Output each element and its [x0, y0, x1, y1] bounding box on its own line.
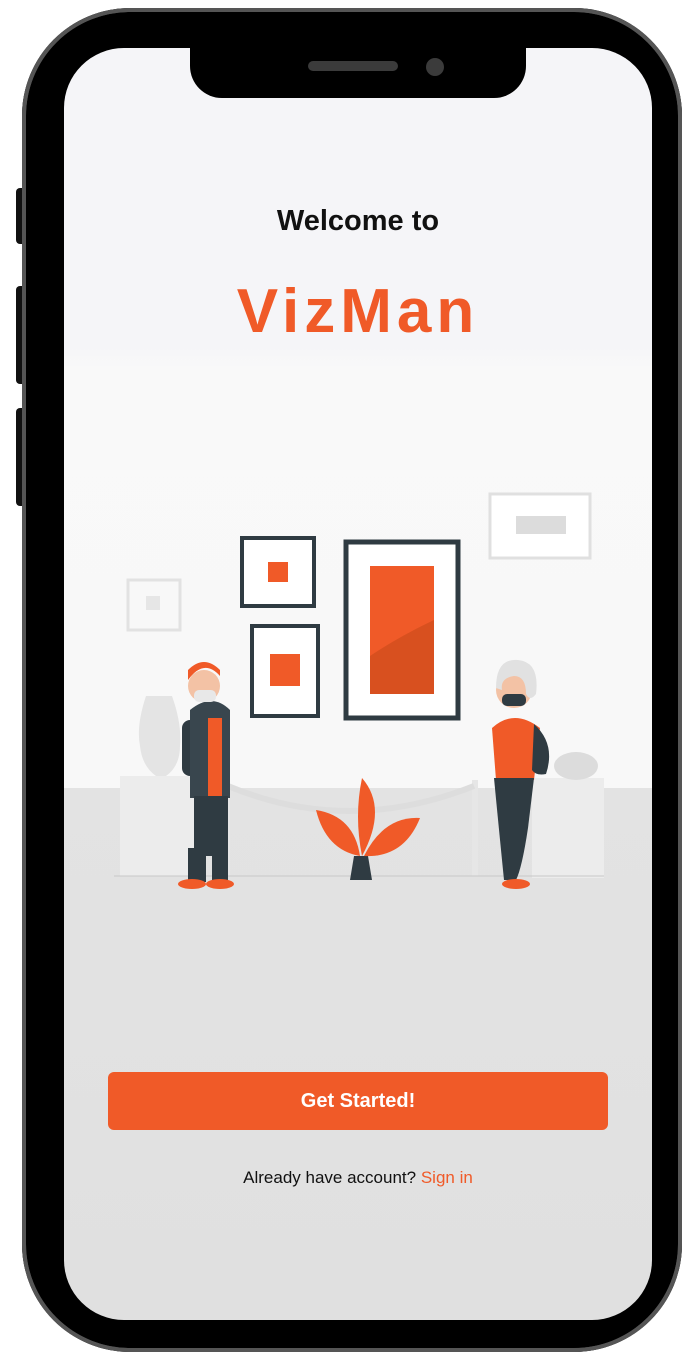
pedestal-left — [120, 776, 194, 876]
signin-prompt: Already have account? — [243, 1168, 417, 1187]
gallery-illustration — [114, 492, 604, 889]
signin-row: Already have account? Sign in — [64, 1168, 652, 1188]
app-screen: Welcome to VizMan Get Started! Already h… — [64, 48, 652, 1320]
pedestal-right — [532, 778, 604, 878]
side-button-volume-up — [16, 286, 26, 384]
speaker-grille — [308, 61, 398, 71]
plant — [350, 856, 372, 880]
phone-notch — [190, 48, 526, 98]
front-camera — [426, 58, 444, 76]
side-button-volume-down — [16, 408, 26, 506]
get-started-button[interactable]: Get Started! — [108, 1072, 608, 1130]
brand-logo-text: VizMan — [236, 277, 480, 346]
signin-link[interactable]: Sign in — [421, 1168, 473, 1187]
welcome-title: Welcome to — [276, 205, 440, 237]
side-button-mute — [16, 188, 26, 244]
